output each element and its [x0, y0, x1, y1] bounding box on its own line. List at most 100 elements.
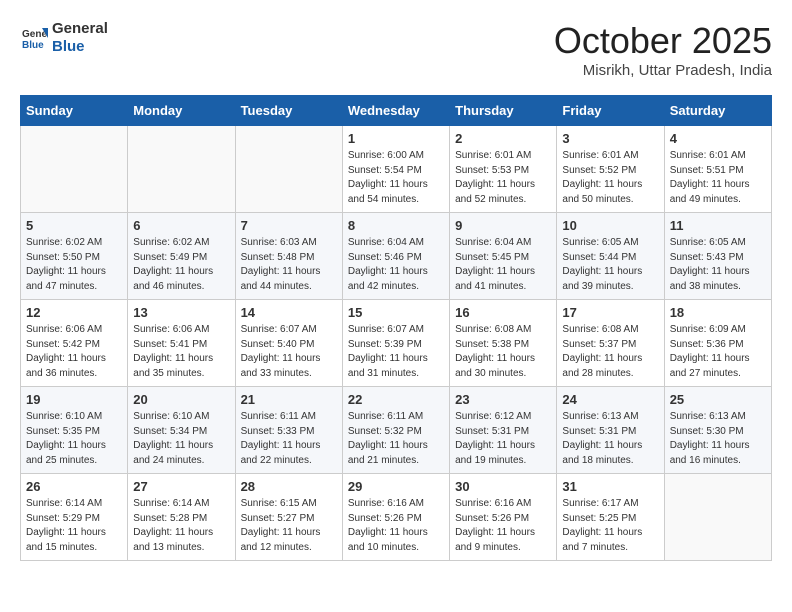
calendar-table: SundayMondayTuesdayWednesdayThursdayFrid…: [20, 95, 772, 561]
day-info: Sunrise: 6:16 AM Sunset: 5:26 PM Dayligh…: [455, 497, 551, 555]
day-number: 1: [348, 131, 444, 146]
day-number: 26: [26, 479, 122, 494]
day-number: 14: [241, 305, 337, 320]
calendar-cell: 22Sunrise: 6:11 AM Sunset: 5:32 PM Dayli…: [342, 387, 449, 474]
day-info: Sunrise: 6:06 AM Sunset: 5:41 PM Dayligh…: [133, 323, 229, 381]
day-info: Sunrise: 6:01 AM Sunset: 5:52 PM Dayligh…: [562, 149, 658, 207]
day-number: 9: [455, 218, 551, 233]
day-number: 21: [241, 392, 337, 407]
calendar-cell: 2 Sunrise: 6:01 AM Sunset: 5:53 PM Daylig…: [450, 126, 557, 213]
logo-blue: Blue: [52, 38, 85, 55]
day-info: Sunrise: 6:01 AM Sunset: 5:53 PM Dayligh…: [455, 149, 551, 207]
calendar-cell: [21, 126, 128, 213]
calendar-week-row: 19 Sunrise: 6:10 AM Sunset: 5:35 PM Dayli…: [21, 387, 772, 474]
calendar-cell: 15 Sunrise: 6:07 AM Sunset: 5:39 PM Dayli…: [342, 300, 449, 387]
day-number: 12: [26, 305, 122, 320]
weekday-header-friday: Friday: [557, 96, 664, 126]
day-info: Sunrise: 6:05 AM Sunset: 5:43 PM Dayligh…: [670, 236, 766, 294]
calendar-cell: 5Sunrise: 6:02 AM Sunset: 5:50 PM Daylig…: [21, 213, 128, 300]
day-info: Sunrise: 6:11 AM Sunset: 5:32 PM Dayligh…: [348, 410, 444, 468]
calendar-cell: 26 Sunrise: 6:14 AM Sunset: 5:29 PM Dayli…: [21, 474, 128, 561]
calendar-cell: 31 Sunrise: 6:17 AM Sunset: 5:25 PM Dayli…: [557, 474, 664, 561]
day-info: Sunrise: 6:06 AM Sunset: 5:42 PM Dayligh…: [26, 323, 122, 381]
day-number: 5: [26, 218, 122, 233]
day-number: 11: [670, 218, 766, 233]
calendar-week-row: 26 Sunrise: 6:14 AM Sunset: 5:29 PM Dayli…: [21, 474, 772, 561]
day-info: Sunrise: 6:08 AM Sunset: 5:37 PM Dayligh…: [562, 323, 658, 381]
day-number: 24: [562, 392, 658, 407]
calendar-cell: 6Sunrise: 6:02 AM Sunset: 5:49 PM Daylig…: [128, 213, 235, 300]
calendar-cell: 18Sunrise: 6:09 AM Sunset: 5:36 PM Dayli…: [664, 300, 771, 387]
calendar-cell: 30Sunrise: 6:16 AM Sunset: 5:26 PM Dayli…: [450, 474, 557, 561]
day-info: Sunrise: 6:14 AM Sunset: 5:28 PM Dayligh…: [133, 497, 229, 555]
calendar-cell: 7 Sunrise: 6:03 AM Sunset: 5:48 PM Daylig…: [235, 213, 342, 300]
calendar-cell: 10Sunrise: 6:05 AM Sunset: 5:44 PM Dayli…: [557, 213, 664, 300]
logo: General Blue General Blue: [20, 20, 108, 57]
day-info: Sunrise: 6:00 AM Sunset: 5:54 PM Dayligh…: [348, 149, 444, 207]
calendar-cell: 24 Sunrise: 6:13 AM Sunset: 5:31 PM Dayli…: [557, 387, 664, 474]
day-info: Sunrise: 6:13 AM Sunset: 5:31 PM Dayligh…: [562, 410, 658, 468]
day-info: Sunrise: 6:12 AM Sunset: 5:31 PM Dayligh…: [455, 410, 551, 468]
calendar-cell: 12 Sunrise: 6:06 AM Sunset: 5:42 PM Dayli…: [21, 300, 128, 387]
day-info: Sunrise: 6:13 AM Sunset: 5:30 PM Dayligh…: [670, 410, 766, 468]
day-number: 4: [670, 131, 766, 146]
day-info: Sunrise: 6:04 AM Sunset: 5:45 PM Dayligh…: [455, 236, 551, 294]
day-info: Sunrise: 6:01 AM Sunset: 5:51 PM Dayligh…: [670, 149, 766, 207]
day-number: 18: [670, 305, 766, 320]
weekday-header-tuesday: Tuesday: [235, 96, 342, 126]
day-number: 17: [562, 305, 658, 320]
day-info: Sunrise: 6:07 AM Sunset: 5:40 PM Dayligh…: [241, 323, 337, 381]
day-number: 16: [455, 305, 551, 320]
day-number: 28: [241, 479, 337, 494]
day-number: 7: [241, 218, 337, 233]
day-info: Sunrise: 6:10 AM Sunset: 5:35 PM Dayligh…: [26, 410, 122, 468]
title-block: October 2025 Misrikh, Uttar Pradesh, Ind…: [554, 20, 772, 79]
day-number: 10: [562, 218, 658, 233]
weekday-header-monday: Monday: [128, 96, 235, 126]
calendar-cell: 9 Sunrise: 6:04 AM Sunset: 5:45 PM Daylig…: [450, 213, 557, 300]
day-info: Sunrise: 6:08 AM Sunset: 5:38 PM Dayligh…: [455, 323, 551, 381]
day-number: 13: [133, 305, 229, 320]
calendar-cell: 14 Sunrise: 6:07 AM Sunset: 5:40 PM Dayli…: [235, 300, 342, 387]
calendar-week-row: 12 Sunrise: 6:06 AM Sunset: 5:42 PM Dayli…: [21, 300, 772, 387]
day-info: Sunrise: 6:07 AM Sunset: 5:39 PM Dayligh…: [348, 323, 444, 381]
calendar-cell: [664, 474, 771, 561]
calendar-cell: 19 Sunrise: 6:10 AM Sunset: 5:35 PM Dayli…: [21, 387, 128, 474]
calendar-cell: 1 Sunrise: 6:00 AM Sunset: 5:54 PM Daylig…: [342, 126, 449, 213]
calendar-cell: [235, 126, 342, 213]
day-info: Sunrise: 6:16 AM Sunset: 5:26 PM Dayligh…: [348, 497, 444, 555]
day-info: Sunrise: 6:17 AM Sunset: 5:25 PM Dayligh…: [562, 497, 658, 555]
day-info: Sunrise: 6:03 AM Sunset: 5:48 PM Dayligh…: [241, 236, 337, 294]
weekday-header-sunday: Sunday: [21, 96, 128, 126]
calendar-cell: 3 Sunrise: 6:01 AM Sunset: 5:52 PM Daylig…: [557, 126, 664, 213]
day-info: Sunrise: 6:14 AM Sunset: 5:29 PM Dayligh…: [26, 497, 122, 555]
calendar-cell: 28 Sunrise: 6:15 AM Sunset: 5:27 PM Dayli…: [235, 474, 342, 561]
weekday-header-row: SundayMondayTuesdayWednesdayThursdayFrid…: [21, 96, 772, 126]
calendar-cell: 16 Sunrise: 6:08 AM Sunset: 5:38 PM Dayli…: [450, 300, 557, 387]
calendar-week-row: 1 Sunrise: 6:00 AM Sunset: 5:54 PM Daylig…: [21, 126, 772, 213]
day-number: 15: [348, 305, 444, 320]
calendar-cell: 13 Sunrise: 6:06 AM Sunset: 5:41 PM Dayli…: [128, 300, 235, 387]
calendar-cell: 21 Sunrise: 6:11 AM Sunset: 5:33 PM Dayli…: [235, 387, 342, 474]
day-number: 3: [562, 131, 658, 146]
weekday-header-saturday: Saturday: [664, 96, 771, 126]
day-info: Sunrise: 6:04 AM Sunset: 5:46 PM Dayligh…: [348, 236, 444, 294]
calendar-cell: [128, 126, 235, 213]
day-info: Sunrise: 6:10 AM Sunset: 5:34 PM Dayligh…: [133, 410, 229, 468]
day-number: 25: [670, 392, 766, 407]
day-info: Sunrise: 6:15 AM Sunset: 5:27 PM Dayligh…: [241, 497, 337, 555]
day-number: 8: [348, 218, 444, 233]
day-number: 31: [562, 479, 658, 494]
day-number: 19: [26, 392, 122, 407]
day-number: 29: [348, 479, 444, 494]
calendar-cell: 4 Sunrise: 6:01 AM Sunset: 5:51 PM Daylig…: [664, 126, 771, 213]
weekday-header-thursday: Thursday: [450, 96, 557, 126]
calendar-cell: 8 Sunrise: 6:04 AM Sunset: 5:46 PM Daylig…: [342, 213, 449, 300]
svg-text:Blue: Blue: [22, 40, 44, 51]
day-number: 2: [455, 131, 551, 146]
calendar-cell: 17 Sunrise: 6:08 AM Sunset: 5:37 PM Dayli…: [557, 300, 664, 387]
day-number: 23: [455, 392, 551, 407]
day-number: 27: [133, 479, 229, 494]
day-info: Sunrise: 6:11 AM Sunset: 5:33 PM Dayligh…: [241, 410, 337, 468]
logo-general: General: [52, 20, 108, 37]
